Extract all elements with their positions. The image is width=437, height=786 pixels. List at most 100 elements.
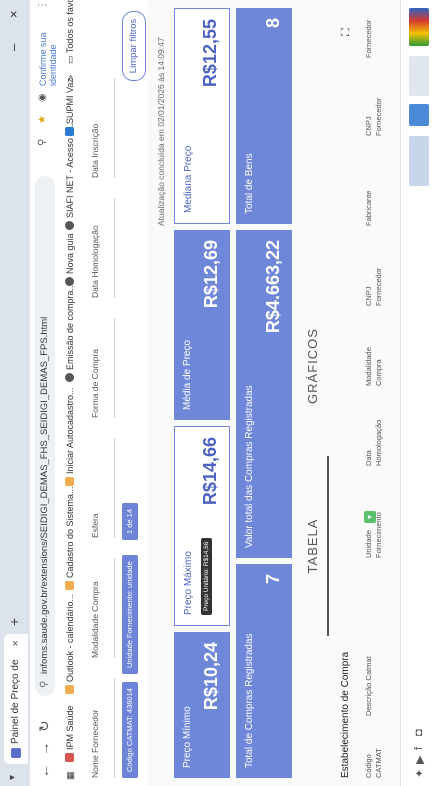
confirm-identity-link[interactable]: Confirme sua identidade — [38, 0, 58, 86]
profile-icon[interactable]: ◉ — [37, 93, 48, 102]
column-header[interactable]: Modalidade Compra — [364, 336, 384, 386]
sort-icon[interactable]: ▾ — [364, 511, 376, 523]
bookmarks-bar: ▦ IPM Saúde Outlook - calendário... Cada… — [60, 0, 85, 786]
filter-data-homologacao[interactable]: Data Homologação — [90, 225, 100, 298]
filter-esfera[interactable]: Esfera — [90, 513, 100, 538]
browser-tab[interactable]: Painel de Preço de Saúde × — [4, 634, 45, 764]
filter-forma-compra[interactable]: Forma de Compra — [90, 349, 100, 418]
twitter-icon[interactable]: ✦ — [413, 769, 426, 778]
new-tab-icon[interactable]: + — [6, 618, 22, 626]
update-timestamp: Atualização concluída em 02/01/2026 às 1… — [156, 37, 166, 226]
column-header[interactable]: Fornecedor — [364, 8, 374, 58]
column-header[interactable]: CNPJ Fornecedor — [364, 86, 384, 136]
card-title: Total de Bens — [244, 153, 255, 214]
active-tab-indicator — [327, 456, 329, 636]
filter-underline — [114, 558, 115, 658]
bookmark-item[interactable]: Cadastro do Sistema... — [65, 486, 75, 590]
url-text: infoms.saude.gov.br/extensions/SEIDIGI_D… — [39, 316, 50, 674]
bookmark-icon — [65, 685, 74, 694]
reload-icon[interactable]: ↻ — [36, 720, 53, 732]
bookmark-item[interactable]: IPM Saúde — [65, 705, 75, 762]
tab-graficos[interactable]: GRÁFICOS — [305, 306, 320, 426]
back-icon[interactable]: ← — [36, 764, 52, 778]
filter-data-inscricao[interactable]: Data Inscrição — [90, 124, 100, 178]
apps-icon[interactable]: ▦ — [65, 771, 76, 780]
all-favorites-folder[interactable]: ▭ Todos os favoritos — [65, 0, 76, 64]
card-valor-total: Valor total das Compras Registradas R$4.… — [236, 230, 292, 558]
card-value: 8 — [263, 18, 283, 29]
column-header[interactable]: Unidade Fornecimento — [364, 498, 384, 558]
filter-underline — [114, 318, 115, 418]
tab-bar: ▾ Painel de Preço de Saúde × + – × — [0, 0, 45, 786]
table-title: Estabelecimento de Compra — [340, 651, 351, 778]
url-field[interactable]: ⚲ infoms.saude.gov.br/extensions/SEIDIGI… — [35, 176, 55, 696]
zoom-icon[interactable]: ⚲ — [37, 139, 48, 146]
tab-list-icon[interactable]: ▾ — [7, 775, 18, 780]
filter-chip-more[interactable]: 1 de 14 — [122, 502, 138, 540]
card-title: Mediana Preço — [183, 145, 194, 213]
logo — [409, 104, 429, 126]
card-media-preco: Média de Preço R$12,69 — [174, 230, 230, 420]
expand-icon[interactable]: ⛶ — [340, 28, 353, 36]
filter-chip-catmat[interactable]: Código CATMAT: 436014 — [122, 682, 138, 778]
clear-filters-button[interactable]: Limpar filtros — [122, 11, 146, 81]
column-header[interactable]: CNPJ Fornecedor — [364, 256, 384, 306]
value-tooltip: Preço Unitário: R$14,66 — [201, 537, 212, 615]
tab-tabela[interactable]: TABELA — [305, 486, 320, 606]
logo — [409, 136, 429, 186]
column-header[interactable]: Data Homologação — [364, 416, 384, 466]
bookmark-star-icon[interactable]: ★ — [37, 115, 48, 124]
column-header[interactable]: Descrição Catmat — [364, 656, 374, 716]
bookmark-icon — [65, 581, 74, 590]
close-window-icon[interactable]: × — [6, 10, 21, 18]
forward-icon[interactable]: → — [36, 742, 52, 756]
globe-icon — [65, 373, 74, 382]
card-value: R$10,24 — [201, 642, 221, 711]
instagram-icon[interactable]: ◘ — [413, 729, 425, 736]
bookmark-icon — [65, 753, 74, 762]
filter-underline — [114, 198, 115, 298]
card-title: Total de Compras Registradas — [244, 633, 255, 768]
minimize-icon[interactable]: – — [6, 44, 21, 51]
bookmark-item[interactable]: Iniciar Autocadastro... — [65, 387, 75, 486]
filter-underline — [114, 438, 115, 538]
site-info-icon[interactable]: ⚲ — [35, 681, 55, 688]
card-total-bens: Total de Bens 8 — [236, 8, 292, 224]
facebook-icon[interactable]: f — [413, 747, 425, 750]
card-value: R$14,66 — [200, 437, 220, 506]
menu-icon[interactable]: ⋮ — [37, 0, 48, 10]
card-value: 7 — [263, 574, 283, 585]
tab-favicon-icon — [11, 748, 21, 758]
card-title: Média de Preço — [182, 339, 193, 410]
more-bookmarks-icon[interactable]: » — [65, 75, 75, 80]
table-header: Código CATMAT Descrição Catmat Unidade F… — [360, 0, 400, 786]
close-tab-icon[interactable]: × — [4, 640, 28, 646]
card-value: R$12,55 — [200, 19, 220, 88]
filter-underline — [114, 78, 115, 178]
card-value: R$12,69 — [201, 240, 221, 309]
bookmark-item[interactable]: Nova guia — [65, 233, 75, 286]
browser-window: ▾ Painel de Preço de Saúde × + – × ← → ↻… — [0, 0, 437, 786]
card-preco-maximo: Preço Máximo Preço Unitário: R$14,66 R$1… — [174, 426, 230, 626]
address-bar: ← → ↻ ⚲ infoms.saude.gov.br/extensions/S… — [30, 0, 61, 786]
bookmark-icon — [65, 127, 74, 136]
youtube-icon[interactable]: ▶ — [413, 756, 426, 764]
page-footer: ✦ ▶ f ◘ — [400, 0, 437, 786]
filter-nome-fornecedor[interactable]: Nome Fornecedor — [90, 709, 100, 778]
card-title: Preço Máximo — [183, 551, 194, 615]
card-preco-minimo: Preço Mínimo R$10,24 — [174, 632, 230, 778]
filter-modalidade-compra[interactable]: Modalidade Compra — [90, 581, 100, 658]
bookmark-item[interactable]: SIAFI NET - Acesso d... — [65, 123, 75, 230]
card-value: R$4.663,22 — [263, 240, 283, 334]
card-title: Valor total das Compras Registradas — [244, 385, 255, 548]
bookmark-item[interactable]: Emissão de compra... — [65, 283, 75, 382]
brazil-government-logo — [409, 8, 429, 46]
bookmark-item[interactable]: SUPMI Vaz — [65, 78, 75, 136]
bookmark-item[interactable]: Outlook - calendário... — [65, 594, 75, 694]
filter-underline — [114, 678, 115, 778]
globe-icon — [65, 221, 74, 230]
filter-chip-unidade[interactable]: Unidade Fornecimento: unidade — [122, 555, 138, 674]
logo — [409, 56, 429, 96]
column-header[interactable]: Código CATMAT — [364, 738, 384, 778]
column-header[interactable]: Fabricante — [364, 176, 374, 226]
